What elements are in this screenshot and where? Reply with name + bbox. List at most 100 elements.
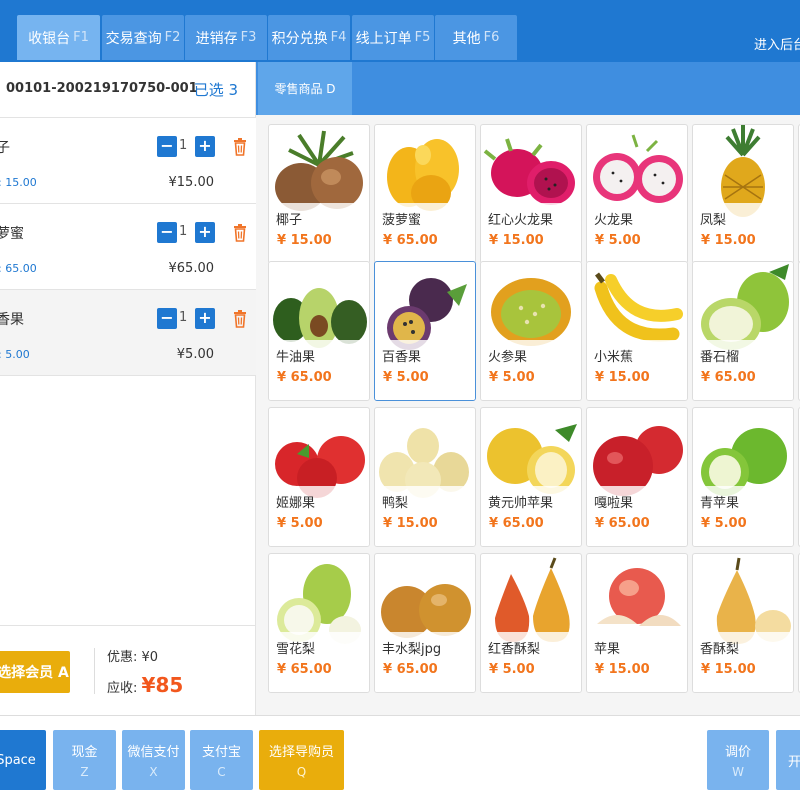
cart-item-name: 萝蜜 bbox=[0, 226, 24, 242]
receivable-text: 应收: ¥85 bbox=[107, 673, 183, 697]
plus-icon: + bbox=[198, 222, 212, 241]
cash-button[interactable]: 现金 Z bbox=[53, 730, 116, 790]
plus-icon: + bbox=[198, 136, 212, 155]
product-card[interactable]: 鸭梨 ¥ 15.00 bbox=[374, 407, 476, 547]
tab-other[interactable]: 其他 F6 bbox=[435, 15, 517, 60]
discount-text: 优惠: ¥0 bbox=[107, 650, 159, 665]
order-header: 00101-200219170750-001 已选 3 bbox=[0, 62, 256, 118]
product-card[interactable]: 红心火龙果 ¥ 15.00 bbox=[480, 124, 582, 264]
product-price: ¥ 5.00 bbox=[383, 370, 429, 385]
selected-count: 已选 3 bbox=[193, 81, 238, 99]
product-card[interactable]: 青苹果 ¥ 5.00 bbox=[692, 407, 794, 547]
order-number: 00101-200219170750-001 bbox=[6, 81, 198, 96]
wechat-pay-button[interactable]: 微信支付 X bbox=[122, 730, 185, 790]
action-label: 支付宝 bbox=[201, 745, 241, 760]
cart-item-total: ¥65.00 bbox=[168, 261, 215, 276]
action-label: 微信支付 bbox=[127, 745, 180, 760]
alipay-button[interactable]: 支付宝 C bbox=[190, 730, 253, 790]
tab-online-orders[interactable]: 线上订单 F5 bbox=[352, 15, 434, 60]
product-name: 火参果 bbox=[488, 350, 528, 365]
trash-icon[interactable] bbox=[233, 137, 247, 157]
product-price: ¥ 15.00 bbox=[383, 516, 438, 531]
decrease-qty-button[interactable]: − bbox=[157, 308, 177, 329]
tab-points-exchange[interactable]: 积分兑换 F4 bbox=[268, 15, 350, 60]
product-price: ¥ 65.00 bbox=[701, 370, 756, 385]
tab-label: 交易查询 bbox=[105, 30, 162, 47]
increase-qty-button[interactable]: + bbox=[195, 136, 215, 157]
product-name: 番石榴 bbox=[700, 350, 740, 365]
product-price: ¥ 65.00 bbox=[489, 516, 544, 531]
product-card[interactable]: 火参果 ¥ 5.00 bbox=[480, 261, 582, 401]
product-card[interactable]: 红香酥梨 ¥ 5.00 bbox=[480, 553, 582, 693]
product-name: 丰水梨jpg bbox=[382, 642, 442, 657]
product-card[interactable]: 凤梨 ¥ 15.00 bbox=[692, 124, 794, 264]
product-card[interactable]: 丰水梨jpg ¥ 65.00 bbox=[374, 553, 476, 693]
product-card[interactable]: 百香果 ¥ 5.00 bbox=[374, 261, 476, 401]
action-shortcut: Z bbox=[80, 765, 89, 779]
select-guide-button[interactable]: 选择导购员 Q bbox=[259, 730, 344, 790]
decrease-qty-button[interactable]: − bbox=[157, 136, 177, 157]
product-name: 凤梨 bbox=[700, 213, 727, 228]
cart-item[interactable]: 子 − 1 + : 15.00 ¥15.00 bbox=[0, 118, 256, 204]
plus-icon: + bbox=[198, 308, 212, 327]
product-card[interactable]: 牛油果 ¥ 65.00 bbox=[268, 261, 370, 401]
action-shortcut: W bbox=[732, 765, 744, 779]
product-card[interactable]: 番石榴 ¥ 65.00 bbox=[692, 261, 794, 401]
product-name: 红心火龙果 bbox=[488, 213, 554, 228]
product-card[interactable]: 椰子 ¥ 15.00 bbox=[268, 124, 370, 264]
increase-qty-button[interactable]: + bbox=[195, 222, 215, 243]
adjust-price-button[interactable]: 调价 W bbox=[707, 730, 769, 790]
increase-qty-button[interactable]: + bbox=[195, 308, 215, 329]
tab-shortcut: F2 bbox=[164, 30, 181, 45]
product-price: ¥ 5.00 bbox=[701, 516, 747, 531]
tab-shortcut: F5 bbox=[414, 30, 431, 45]
product-card[interactable]: 小米蕉 ¥ 15.00 bbox=[586, 261, 688, 401]
space-button[interactable]: Space bbox=[0, 730, 46, 790]
product-name: 黄元帅苹果 bbox=[488, 496, 554, 511]
cart-item-total: ¥15.00 bbox=[168, 175, 215, 190]
tab-transaction-query[interactable]: 交易查询 F2 bbox=[102, 15, 184, 60]
product-card[interactable]: 香酥梨 ¥ 15.00 bbox=[692, 553, 794, 693]
select-member-button[interactable]: 选择会员 A bbox=[0, 651, 70, 693]
tab-shortcut: F4 bbox=[330, 30, 347, 45]
pos-app: 收银台 F1 交易查询 F2 进销存 F3 积分兑换 F4 线上订单 F5 其他 F6 进入… bbox=[0, 0, 800, 800]
trash-icon[interactable] bbox=[233, 223, 247, 243]
product-card[interactable]: 火龙果 ¥ 5.00 bbox=[586, 124, 688, 264]
cart-item-unit-price: : 15.00 bbox=[0, 176, 37, 189]
product-price: ¥ 5.00 bbox=[277, 516, 323, 531]
product-card[interactable]: 苹果 ¥ 15.00 bbox=[586, 553, 688, 693]
product-name: 菠萝蜜 bbox=[382, 213, 422, 228]
decrease-qty-button[interactable]: − bbox=[157, 222, 177, 243]
action-shortcut: X bbox=[149, 765, 158, 779]
open-button[interactable]: 开 bbox=[776, 730, 800, 790]
product-price: ¥ 15.00 bbox=[489, 233, 544, 248]
tab-shortcut: F1 bbox=[73, 30, 89, 45]
cart-item[interactable]: 萝蜜 − 1 + : 65.00 ¥65.00 bbox=[0, 204, 256, 290]
cart-item-unit-price: : 5.00 bbox=[0, 348, 30, 361]
receivable-label: 应收: bbox=[107, 681, 138, 696]
category-tab-retail[interactable]: 零售商品 D bbox=[258, 62, 352, 115]
product-name: 火龙果 bbox=[594, 213, 634, 228]
trash-icon[interactable] bbox=[233, 309, 247, 329]
product-price: ¥ 65.00 bbox=[277, 662, 332, 677]
product-card[interactable]: 黄元帅苹果 ¥ 65.00 bbox=[480, 407, 582, 547]
cart-item-qty: 1 bbox=[179, 224, 188, 239]
cart-item[interactable]: 香果 − 1 + : 5.00 ¥5.00 bbox=[0, 290, 256, 376]
enter-backend-link[interactable]: 进入后台 bbox=[754, 34, 800, 53]
product-card[interactable]: 姬娜果 ¥ 5.00 bbox=[268, 407, 370, 547]
tab-label: 其他 bbox=[452, 30, 481, 47]
product-price: ¥ 15.00 bbox=[595, 662, 650, 677]
tab-cashier[interactable]: 收银台 F1 bbox=[17, 15, 100, 60]
product-card[interactable]: 嘎啦果 ¥ 65.00 bbox=[586, 407, 688, 547]
order-panel: 00101-200219170750-001 已选 3 子 − 1 + : 15… bbox=[0, 62, 256, 715]
tab-inventory[interactable]: 进销存 F3 bbox=[185, 15, 267, 60]
minus-icon: − bbox=[160, 222, 174, 241]
product-name: 牛油果 bbox=[276, 350, 316, 365]
product-name: 雪花梨 bbox=[276, 642, 316, 657]
checkout-summary: 选择会员 A 优惠: ¥0 应收: ¥85 bbox=[0, 625, 256, 715]
product-card[interactable]: 雪花梨 ¥ 65.00 bbox=[268, 553, 370, 693]
minus-icon: − bbox=[160, 136, 174, 155]
product-card[interactable]: 菠萝蜜 ¥ 65.00 bbox=[374, 124, 476, 264]
cart-item-name: 香果 bbox=[0, 312, 24, 328]
cart-item-total: ¥5.00 bbox=[176, 347, 214, 362]
